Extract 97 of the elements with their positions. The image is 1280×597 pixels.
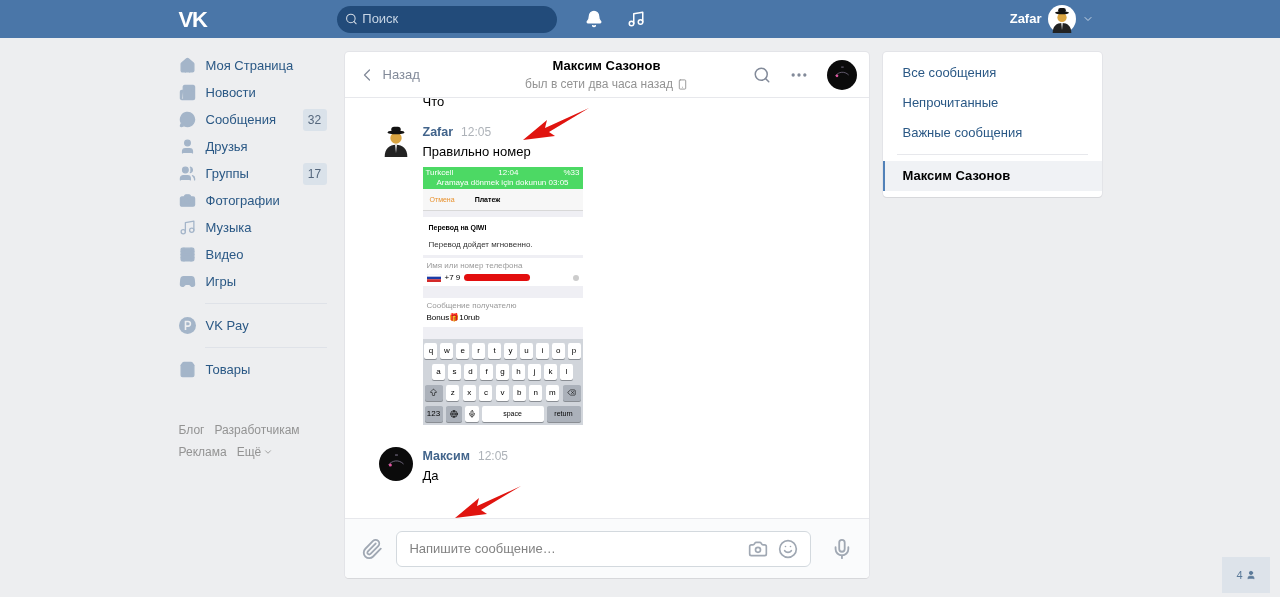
sidebar-item[interactable]: Фотографии xyxy=(178,187,327,214)
search-icon xyxy=(344,12,358,26)
music-note-icon[interactable] xyxy=(626,10,645,28)
keyboard-key: u xyxy=(519,342,533,359)
message-input[interactable]: Напишите сообщение… xyxy=(396,530,811,567)
keyboard-key: t xyxy=(488,342,501,359)
keyboard-key: e xyxy=(456,342,470,359)
filter-item[interactable]: Непрочитанные xyxy=(882,88,1102,118)
sidebar-item[interactable]: VK Pay xyxy=(178,312,327,339)
avatar xyxy=(826,59,857,90)
redaction-mark xyxy=(464,274,531,282)
chevron-down-icon[interactable] xyxy=(263,447,274,457)
status-clock: 12:04 xyxy=(498,168,519,179)
keyboard-key: g xyxy=(496,363,509,380)
paperclip-icon[interactable] xyxy=(360,537,383,560)
keyboard-key: w xyxy=(440,342,454,359)
keyboard-key: l xyxy=(560,363,573,380)
sidebar-item[interactable]: Музыка xyxy=(178,214,327,241)
user-name[interactable]: Zafar xyxy=(1009,9,1042,29)
keyboard-key: a xyxy=(432,363,445,380)
author-name[interactable]: Максим xyxy=(422,446,470,466)
card-note: Перевод дойдет мгновенно. xyxy=(428,238,534,251)
notifications-icon[interactable] xyxy=(584,10,603,28)
battery-label: %33 xyxy=(563,168,580,179)
carrier-label: Turkcell xyxy=(425,168,454,179)
keyboard-key: y xyxy=(504,342,517,359)
keyboard-key: h xyxy=(512,363,525,380)
filter-item[interactable]: Важные сообщения xyxy=(882,118,1102,148)
sidebar-item[interactable]: Игры xyxy=(178,268,327,295)
message-time: 12:05 xyxy=(461,124,492,141)
keyboard-key: d xyxy=(464,363,477,380)
gamepad-icon xyxy=(178,273,196,290)
message-time: 12:05 xyxy=(478,447,509,465)
filter-item[interactable]: Максим Сазонов xyxy=(882,161,1102,191)
filter-item[interactable]: Все сообщения xyxy=(882,58,1102,88)
chat-title: Максим Сазонов xyxy=(552,56,661,75)
backspace-key-icon xyxy=(562,384,581,401)
search-input[interactable]: Поиск xyxy=(362,9,549,29)
keyboard-key: f xyxy=(480,363,493,380)
sidebar-item[interactable]: Группы 17 xyxy=(178,160,327,187)
sidebar-item[interactable]: Видео xyxy=(178,241,327,268)
message-input-text[interactable]: Напишите сообщение… xyxy=(409,538,738,559)
field-label: Сообщение получателю xyxy=(426,299,518,312)
field-value: Bonus🎁10rub xyxy=(426,311,481,324)
mic-key-icon xyxy=(464,405,479,422)
count-badge: 32 xyxy=(302,108,327,131)
keyboard-key: m xyxy=(545,384,559,401)
keyboard-key: q xyxy=(424,342,438,359)
person-icon xyxy=(1245,570,1256,580)
call-banner-text: Aramaya dönmek için dokunun 03:05 xyxy=(436,178,569,188)
online-status: был в сети два часа назад xyxy=(525,76,673,94)
message-text: Да xyxy=(422,466,440,485)
phone-number: +7 9 xyxy=(444,271,461,284)
author-name[interactable]: Zafar xyxy=(422,123,454,142)
keyboard-key: k xyxy=(544,363,557,380)
camera-icon xyxy=(178,192,196,209)
keyboard-key: n xyxy=(529,384,543,401)
avatar xyxy=(1047,5,1076,33)
keyboard-key: j xyxy=(528,363,541,380)
clear-icon xyxy=(572,274,579,281)
smile-icon[interactable] xyxy=(777,538,798,559)
message-text: Правильно номер xyxy=(422,142,532,161)
keyboard-key: p xyxy=(567,342,581,359)
keyboard-key: v xyxy=(496,384,509,401)
search-icon[interactable] xyxy=(752,65,771,84)
back-button[interactable]: Назад xyxy=(356,64,477,85)
sidebar-item[interactable]: Новости xyxy=(178,79,327,106)
count-badge: 17 xyxy=(302,162,327,185)
shift-key-icon xyxy=(424,384,443,401)
people-icon xyxy=(178,165,196,182)
keyboard-key: c xyxy=(479,384,493,401)
search-field[interactable]: Поиск xyxy=(336,5,557,33)
field-label: Имя или номер телефона xyxy=(426,259,524,272)
flag-icon xyxy=(426,273,441,282)
sidebar-item[interactable]: Сообщения 32 xyxy=(178,106,327,133)
home-icon xyxy=(178,57,196,74)
logo[interactable]: VK xyxy=(178,2,337,36)
keyboard-key: z xyxy=(446,384,460,401)
sidebar-item[interactable]: Товары xyxy=(178,356,327,383)
globe-key-icon xyxy=(445,405,462,422)
sidebar-item[interactable]: Друзья xyxy=(178,133,327,160)
music-note-icon xyxy=(178,219,196,236)
keyboard-key: o xyxy=(551,342,565,359)
keyboard-key: r xyxy=(472,342,486,359)
coin-icon xyxy=(178,317,196,334)
newspaper-icon xyxy=(178,84,196,101)
keyboard-key: b xyxy=(512,384,526,401)
keyboard-key: x xyxy=(462,384,476,401)
shopping-bag-icon xyxy=(178,361,196,378)
sidebar-item[interactable]: Моя Страница xyxy=(178,52,327,79)
chat-bubble-icon xyxy=(178,111,196,128)
keyboard-key: 123 xyxy=(424,405,443,422)
avatar xyxy=(378,446,413,481)
keyboard-key: s xyxy=(448,363,461,380)
keyboard-key: i xyxy=(535,342,549,359)
phone-icon xyxy=(676,78,688,90)
online-friends-widget[interactable]: 4 xyxy=(1222,557,1270,593)
